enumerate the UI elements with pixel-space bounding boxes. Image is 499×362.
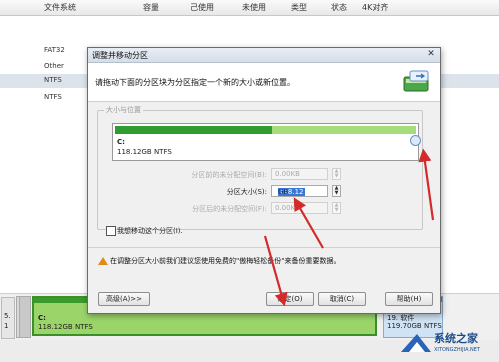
- partition-resize-bar[interactable]: C: 118.12GB NTFS: [112, 123, 419, 161]
- size-label: 分区大小(S):: [226, 188, 267, 196]
- column-type[interactable]: 类型: [291, 2, 307, 13]
- column-header-bar: 文件系统 容量 己使用 未使用 类型 状态 4K对齐: [0, 0, 499, 16]
- close-icon[interactable]: ✕: [424, 49, 438, 60]
- row-filesystem: Other: [44, 62, 64, 70]
- free-after-value: 0.00KB: [275, 204, 300, 212]
- row-filesystem: FAT32: [44, 46, 65, 54]
- column-used[interactable]: 己使用: [190, 2, 214, 13]
- dialog-title-bar[interactable]: 调整并移动分区 ✕: [88, 48, 440, 63]
- small-partition-block[interactable]: [19, 296, 31, 338]
- resize-move-partition-dialog: 调整并移动分区 ✕ 请拖动下面的分区块为分区指定一个新的大小或新位置。 大小与位…: [87, 47, 441, 314]
- ok-button[interactable]: 确定(O): [266, 292, 314, 306]
- resize-handle[interactable]: [410, 135, 421, 146]
- bar-partition-size: 118.12GB NTFS: [117, 148, 172, 156]
- column-status[interactable]: 状态: [331, 2, 347, 13]
- free-space-bar: [272, 126, 416, 134]
- partition-resize-icon: [403, 70, 429, 92]
- advanced-button[interactable]: 高级(A)>>: [98, 292, 150, 306]
- disk-left-label: 1: [4, 322, 9, 330]
- group-title: 大小与位置: [104, 105, 143, 115]
- move-partition-checkbox[interactable]: [106, 226, 116, 236]
- column-capacity[interactable]: 容量: [143, 2, 159, 13]
- divider: [88, 247, 440, 248]
- row-filesystem: NTFS: [44, 93, 62, 101]
- warning-icon: [98, 257, 108, 265]
- partition-c-size: 118.12GB NTFS: [38, 323, 93, 331]
- size-input[interactable]: 118.12 GB: [271, 185, 328, 197]
- dialog-title: 调整并移动分区: [92, 51, 148, 60]
- watermark-url: XITONGZHIJIA.NET: [434, 347, 480, 353]
- free-before-label: 分区前的未分配空间(B):: [191, 171, 267, 179]
- size-stepper[interactable]: ▲ ▼: [332, 185, 341, 197]
- disk-info-block[interactable]: 5. 1: [1, 297, 15, 339]
- size-unit: GB: [278, 188, 289, 196]
- disk-left-label: 5.: [4, 312, 11, 320]
- used-space-bar: [115, 126, 272, 134]
- free-before-input[interactable]: 0.00KB: [271, 168, 328, 180]
- column-unused[interactable]: 未使用: [242, 2, 266, 13]
- backup-warning: 在调整分区大小前我们建议您使用免费的"傲梅轻松备份"来备份重要数据。: [110, 257, 341, 265]
- column-filesystem[interactable]: 文件系统: [44, 2, 76, 13]
- watermark-text: 系统之家: [434, 332, 478, 345]
- free-after-input[interactable]: 0.00KB: [271, 202, 328, 214]
- dialog-instruction: 请拖动下面的分区块为分区指定一个新的大小或新位置。: [95, 78, 295, 87]
- bar-partition-label: C:: [117, 138, 125, 146]
- cancel-button[interactable]: 取消(C): [318, 292, 366, 306]
- partition-c-label: C:: [38, 314, 46, 322]
- row-filesystem: NTFS: [44, 76, 62, 84]
- free-after-stepper[interactable]: ▲ ▼: [332, 202, 341, 214]
- column-4k-align[interactable]: 4K对齐: [362, 2, 388, 13]
- free-before-value: 0.00KB: [275, 170, 300, 178]
- help-button[interactable]: 帮助(H): [385, 292, 433, 306]
- free-before-stepper[interactable]: ▲ ▼: [332, 168, 341, 180]
- free-after-label: 分区后的未分配空间(F):: [192, 205, 267, 213]
- dialog-header: 请拖动下面的分区块为分区指定一个新的大小或新位置。: [88, 63, 440, 102]
- move-partition-label[interactable]: 我想移动这个分区(I).: [117, 226, 183, 236]
